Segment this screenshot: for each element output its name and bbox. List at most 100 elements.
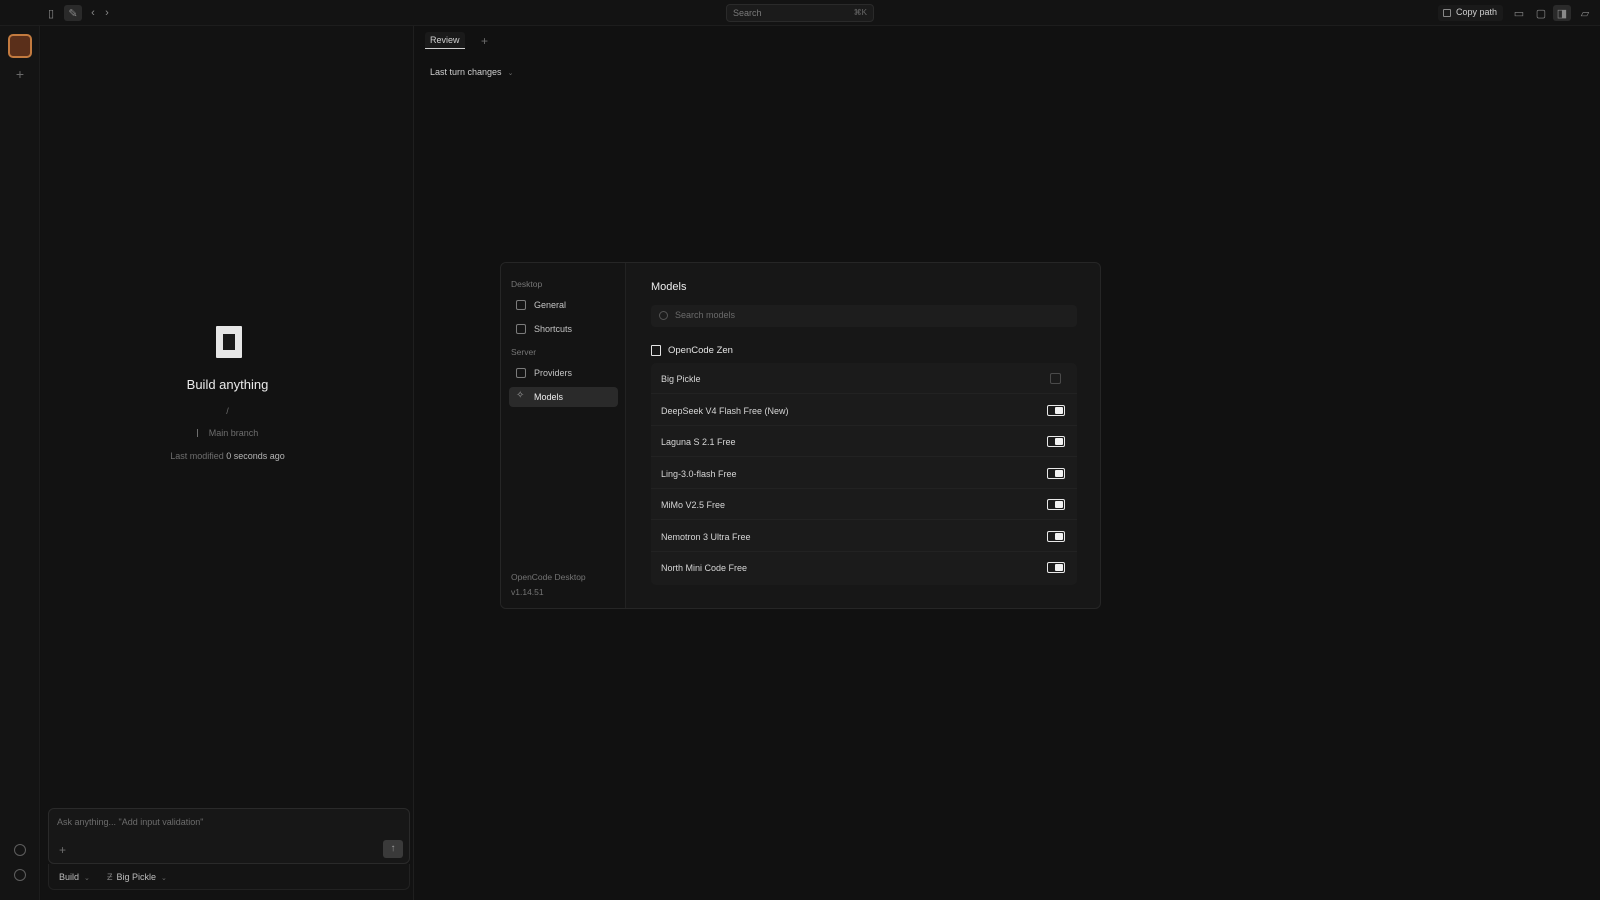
last-modified-value: 0 seconds ago (226, 451, 285, 461)
app-name: OpenCode Desktop (511, 572, 586, 582)
model-name: Big Pickle (661, 374, 701, 384)
settings-nav: Desktop General Shortcuts Server Provide… (501, 263, 626, 608)
forward-icon[interactable]: › (100, 6, 114, 20)
prompt-input[interactable]: Ask anything... "Add input validation" (57, 817, 203, 827)
model-name: Nemotron 3 Ultra Free (661, 531, 751, 542)
project-rail: + (0, 26, 40, 900)
composer-footer: Build ⌄ Ƶ Big Pickle ⌄ (48, 864, 410, 890)
model-enable-toggle[interactable] (1047, 467, 1065, 479)
toggle-knob (1055, 469, 1063, 477)
last-modified-label: Last modified (170, 451, 224, 461)
branch-info: Main branch (41, 428, 414, 438)
session-panel (41, 26, 414, 900)
provider-name: OpenCode Zen (668, 345, 733, 356)
model-enable-toggle[interactable] (1047, 562, 1065, 573)
model-list: Big Pickle DeepSeek V4 Flash Free (New) La… (651, 363, 1077, 585)
terminal-icon[interactable]: ▭ (1512, 6, 1526, 20)
toggle-knob (1055, 438, 1063, 445)
provider-icon: Ƶ (107, 872, 113, 882)
settings-dialog: Desktop General Shortcuts Server Provide… (500, 262, 1101, 609)
model-label: Big Pickle (116, 872, 157, 882)
add-project-icon[interactable]: + (12, 66, 28, 82)
toggle-knob (1055, 532, 1063, 540)
model-enable-toggle[interactable] (1047, 499, 1065, 510)
model-enable-toggle[interactable] (1047, 530, 1065, 542)
project-avatar[interactable] (8, 34, 32, 58)
empty-state-title: Build anything (186, 377, 269, 392)
search-models-input[interactable]: Search models (651, 305, 1077, 327)
copy-path-label: Copy path (1456, 7, 1498, 17)
sidebar-toggle-icon[interactable]: ▯ (44, 6, 58, 20)
changes-filter-label: Last turn changes (430, 67, 502, 77)
copy-path-button[interactable]: Copy path (1438, 5, 1504, 21)
nav-item-providers[interactable]: Providers (509, 363, 618, 383)
model-name: Laguna S 2.1 Free (661, 437, 736, 447)
changes-filter-dropdown[interactable]: Last turn changes ⌄ (430, 67, 513, 77)
model-row: North Mini Code Free (651, 552, 1077, 583)
search-models-placeholder: Search models (675, 310, 736, 320)
prompt-composer[interactable]: Ask anything... "Add input validation" +… (48, 808, 410, 864)
model-row: Big Pickle (651, 363, 1077, 394)
branch-icon (196, 429, 204, 437)
sliders-icon (516, 300, 526, 310)
model-row: MiMo V2.5 Free (651, 489, 1077, 520)
nav-item-models[interactable]: ✧ Models (509, 387, 618, 407)
chevron-down-icon: ⌄ (507, 70, 514, 77)
models-heading: Models (651, 281, 687, 293)
model-enable-toggle[interactable] (1050, 373, 1061, 384)
model-enable-toggle[interactable] (1047, 436, 1065, 447)
model-name: Ling-3.0-flash Free (661, 468, 737, 479)
search-icon (659, 311, 668, 320)
tab-review[interactable]: Review (425, 32, 465, 49)
search-shortcut-hint: ⌘K (853, 8, 867, 17)
global-search-input[interactable]: Search ⌘K (726, 4, 874, 22)
model-name: DeepSeek V4 Flash Free (New) (661, 405, 789, 416)
folder-icon[interactable]: ▱ (1578, 6, 1592, 20)
nav-section-desktop: Desktop (511, 279, 543, 289)
add-tab-icon[interactable]: + (481, 34, 488, 48)
nav-item-general[interactable]: General (509, 295, 618, 315)
back-icon[interactable]: ‹ (86, 6, 100, 20)
model-name: MiMo V2.5 Free (661, 500, 726, 510)
nav-item-shortcuts[interactable]: Shortcuts (509, 319, 618, 339)
project-path: / (226, 406, 229, 416)
chevron-down-icon: ⌄ (161, 875, 167, 882)
agent-label: Build (59, 872, 80, 882)
opencode-zen-icon (651, 345, 661, 356)
model-name: North Mini Code Free (661, 563, 748, 573)
copy-icon (1443, 9, 1451, 17)
models-settings-panel: Models Search models OpenCode Zen Big Pi… (626, 263, 1100, 608)
provider-group-header: OpenCode Zen (651, 345, 733, 356)
sparkle-icon: ✧ (516, 390, 525, 401)
settings-icon[interactable] (14, 844, 26, 856)
file-icon[interactable]: ▢ (1534, 6, 1548, 20)
help-icon[interactable] (14, 869, 26, 881)
app-version: v1.14.51 (511, 587, 544, 597)
send-button[interactable]: ↑ (383, 840, 403, 858)
model-row: Nemotron 3 Ultra Free (651, 521, 1077, 552)
model-row: Laguna S 2.1 Free (651, 426, 1077, 457)
plug-icon (516, 368, 526, 378)
model-enable-toggle[interactable] (1047, 404, 1065, 416)
nav-item-label: Providers (534, 368, 573, 378)
model-row: DeepSeek V4 Flash Free (New) (651, 395, 1077, 426)
new-session-icon[interactable]: ✎ (64, 5, 82, 21)
toggle-knob (1055, 564, 1063, 571)
toggle-knob (1055, 501, 1063, 508)
keyboard-icon (516, 324, 526, 334)
attach-icon[interactable]: + (59, 843, 66, 857)
branch-name: Main branch (208, 428, 259, 438)
search-placeholder: Search (733, 8, 762, 18)
toggle-knob (1055, 406, 1063, 414)
panel-icon[interactable]: ◨ (1553, 5, 1571, 21)
model-selector[interactable]: Ƶ Big Pickle ⌄ (107, 872, 167, 882)
nav-section-server: Server (511, 347, 537, 357)
nav-item-label: General (534, 300, 567, 310)
model-row: Ling-3.0-flash Free (651, 458, 1077, 489)
agent-selector[interactable]: Build ⌄ (59, 872, 90, 882)
nav-item-label: Models (534, 392, 564, 402)
nav-item-label: Shortcuts (534, 324, 573, 334)
title-bar: ▯ ✎ ‹ › Search ⌘K Copy path ▭ ▢ ◨ ▱ (0, 0, 1600, 26)
last-modified: Last modified 0 seconds ago (41, 451, 414, 461)
chevron-down-icon: ⌄ (84, 875, 90, 882)
